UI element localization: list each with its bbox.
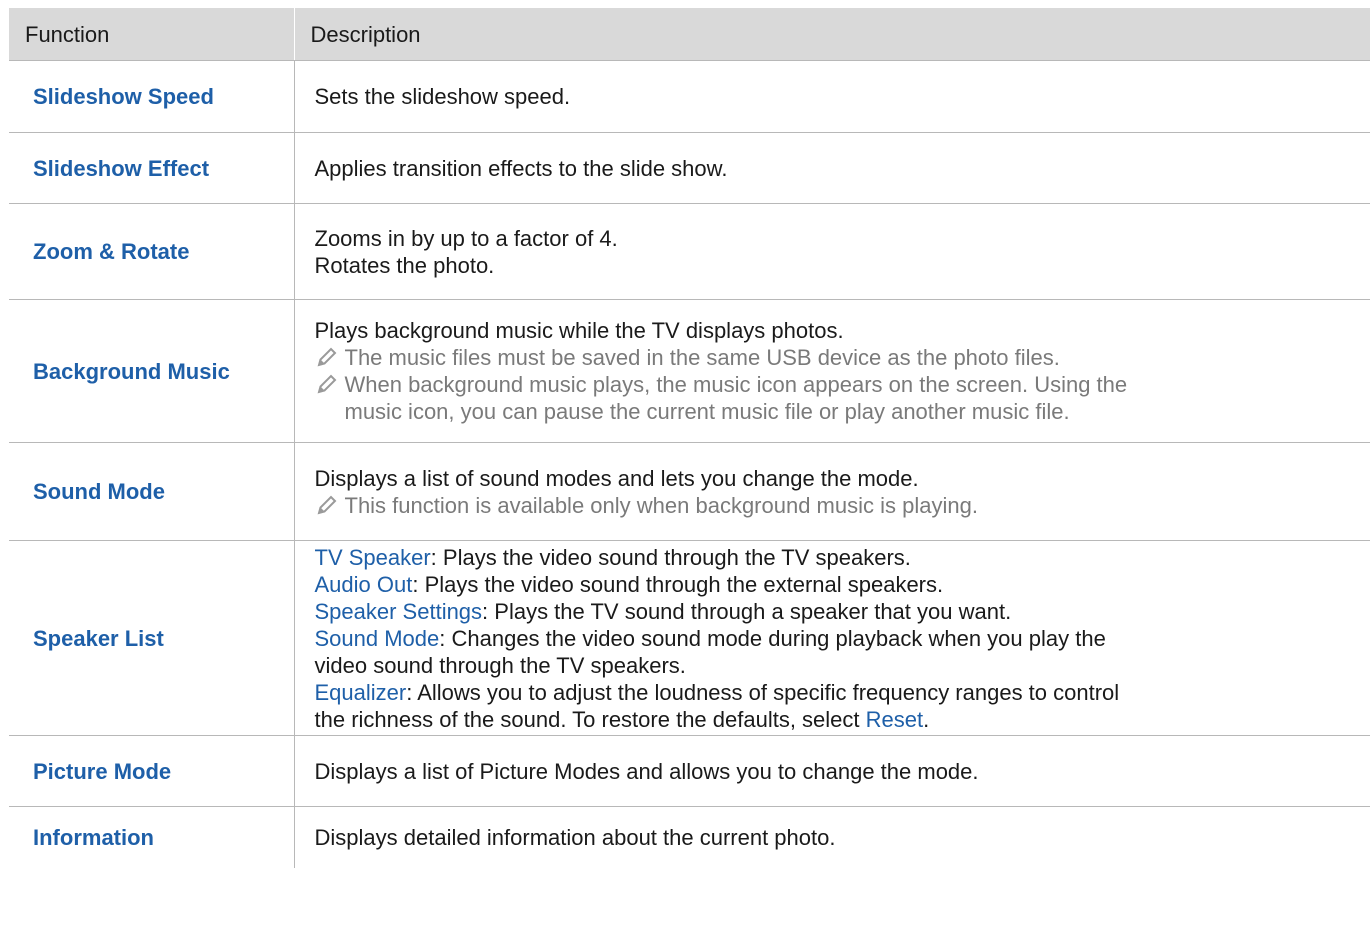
function-description: Zooms in by up to a factor of 4. Rotates… bbox=[294, 203, 1370, 300]
reset-keyword: Reset bbox=[865, 706, 924, 732]
function-description: TV Speaker: Plays the video sound throug… bbox=[294, 540, 1370, 736]
description-line: Sets the slideshow speed. bbox=[314, 84, 571, 109]
option-keyword: Speaker Settings bbox=[314, 598, 483, 624]
function-name: Speaker List bbox=[9, 540, 295, 736]
function-name: Slideshow Effect bbox=[9, 132, 295, 204]
speaker-option-audio-out: Audio Out: Plays the video sound through… bbox=[315, 571, 1359, 598]
description-line: Displays detailed information about the … bbox=[314, 825, 836, 850]
description-line: Displays a list of Picture Modes and all… bbox=[314, 758, 979, 784]
option-text: : Allows you to adjust the loudness of s… bbox=[406, 679, 1120, 705]
function-name: Picture Mode bbox=[9, 735, 295, 807]
speaker-option-tv-speaker: TV Speaker: Plays the video sound throug… bbox=[315, 544, 1359, 571]
option-keyword: Sound Mode bbox=[314, 625, 440, 651]
function-table: Function Description Slideshow Speed Set… bbox=[9, 8, 1370, 868]
option-text: : Plays the TV sound through a speaker t… bbox=[482, 598, 1012, 624]
function-description: Applies transition effects to the slide … bbox=[294, 132, 1370, 204]
option-text: the richness of the sound. To restore th… bbox=[314, 706, 866, 732]
pencil-note-icon bbox=[317, 347, 336, 367]
option-text: : Plays the video sound through the TV s… bbox=[430, 544, 911, 570]
note: When background music plays, the music i… bbox=[315, 371, 1359, 425]
option-text: : Changes the video sound mode during pl… bbox=[439, 625, 1106, 651]
option-keyword: Audio Out bbox=[314, 571, 413, 597]
table-row-slideshow-effect: Slideshow Effect Applies transition effe… bbox=[9, 132, 1370, 204]
note-text: music icon, you can pause the current mu… bbox=[344, 399, 1070, 424]
option-text-continued: video sound through the TV speakers. bbox=[314, 652, 686, 678]
table-row-sound-mode: Sound Mode Displays a list of sound mode… bbox=[9, 442, 1370, 541]
description-line: Plays background music while the TV disp… bbox=[314, 318, 844, 343]
option-keyword: TV Speaker bbox=[314, 544, 431, 570]
function-description: Plays background music while the TV disp… bbox=[294, 299, 1370, 443]
note-text: When background music plays, the music i… bbox=[344, 372, 1128, 397]
function-name: Slideshow Speed bbox=[9, 60, 295, 133]
table-row-zoom-rotate: Zoom & Rotate Zooms in by up to a factor… bbox=[9, 203, 1370, 300]
option-text: : Plays the video sound through the exte… bbox=[412, 571, 944, 597]
speaker-option-speaker-settings: Speaker Settings: Plays the TV sound thr… bbox=[315, 598, 1359, 625]
speaker-option-equalizer: Equalizer: Allows you to adjust the loud… bbox=[315, 679, 1359, 706]
table-row-slideshow-speed: Slideshow Speed Sets the slideshow speed… bbox=[9, 60, 1370, 133]
pencil-note-icon bbox=[317, 374, 336, 394]
option-text-continued: the richness of the sound. To restore th… bbox=[315, 706, 1359, 733]
function-description: Displays a list of Picture Modes and all… bbox=[294, 735, 1370, 807]
table-row-picture-mode: Picture Mode Displays a list of Picture … bbox=[9, 735, 1370, 807]
option-text-end: . bbox=[923, 706, 930, 732]
function-name: Sound Mode bbox=[9, 442, 295, 541]
description-line: Applies transition effects to the slide … bbox=[314, 155, 728, 181]
option-keyword: Equalizer bbox=[314, 679, 407, 705]
note-text: This function is available only when bac… bbox=[344, 492, 978, 518]
description-line: Rotates the photo. bbox=[314, 252, 495, 278]
header-function: Function bbox=[9, 8, 294, 61]
function-name: Zoom & Rotate bbox=[9, 203, 295, 300]
function-name: Information bbox=[9, 806, 295, 868]
pencil-note-icon bbox=[317, 495, 336, 514]
note: The music files must be saved in the sam… bbox=[315, 344, 1359, 371]
function-name: Background Music bbox=[9, 299, 295, 443]
table-row-background-music: Background Music Plays background music … bbox=[9, 299, 1370, 443]
description-line: Displays a list of sound modes and lets … bbox=[314, 465, 919, 491]
table-row-speaker-list: Speaker List TV Speaker: Plays the video… bbox=[9, 540, 1370, 736]
note-text: The music files must be saved in the sam… bbox=[344, 345, 1060, 370]
note: This function is available only when bac… bbox=[315, 492, 1359, 519]
table-row-information: Information Displays detailed informatio… bbox=[9, 806, 1370, 869]
function-description: Displays detailed information about the … bbox=[294, 807, 1370, 869]
table-header: Function Description bbox=[9, 8, 1370, 61]
speaker-option-sound-mode: Sound Mode: Changes the video sound mode… bbox=[315, 625, 1359, 652]
description-line: Zooms in by up to a factor of 4. bbox=[314, 225, 618, 251]
function-description: Sets the slideshow speed. bbox=[294, 60, 1370, 133]
header-description: Description bbox=[293, 8, 1370, 61]
function-description: Displays a list of sound modes and lets … bbox=[294, 442, 1370, 541]
